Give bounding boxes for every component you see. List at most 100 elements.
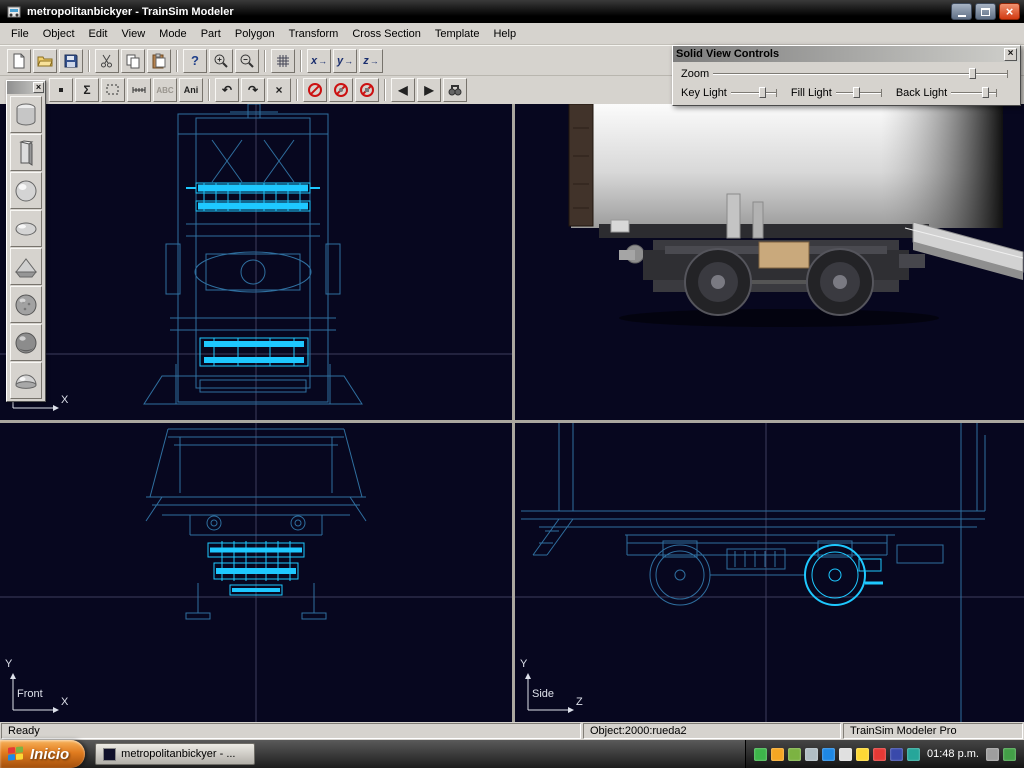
zoom-in-button[interactable] — [209, 49, 233, 73]
point-mode-button[interactable] — [49, 78, 73, 102]
new-document-icon — [11, 53, 27, 69]
shape-shaded-sphere-button[interactable] — [10, 324, 42, 361]
redo-button[interactable]: ↷ — [241, 78, 265, 102]
palette-close-button[interactable]: × — [33, 82, 44, 93]
back-light-slider-thumb[interactable] — [982, 87, 989, 98]
tray-icon[interactable] — [839, 748, 852, 761]
open-button[interactable] — [33, 49, 57, 73]
viewport-side-view[interactable]: Y Side Z — [515, 423, 1024, 722]
zoom-label: Zoom — [681, 68, 709, 80]
menu-object[interactable]: Object — [36, 25, 82, 43]
shape-ellipsoid-button[interactable] — [10, 210, 42, 247]
abc-icon: ABC — [156, 86, 173, 95]
menu-transform[interactable]: Transform — [282, 25, 346, 43]
tray-icon[interactable] — [986, 748, 999, 761]
tray-icon[interactable] — [856, 748, 869, 761]
dialog-close-button[interactable]: × — [1004, 48, 1017, 61]
axis-arrow-icon: → — [344, 56, 353, 66]
tray-icon[interactable] — [754, 748, 767, 761]
zoom-slider[interactable] — [713, 67, 1008, 80]
shape-hemisphere-button[interactable] — [10, 362, 42, 399]
viewport-front-view[interactable]: Y Front X — [0, 423, 512, 722]
tray-icon[interactable] — [805, 748, 818, 761]
find-button[interactable] — [443, 78, 467, 102]
menu-cross-section[interactable]: Cross Section — [345, 25, 427, 43]
sigma-icon: Σ — [83, 83, 90, 97]
menu-part[interactable]: Part — [194, 25, 228, 43]
tray-icon[interactable] — [890, 748, 903, 761]
next-part-button[interactable]: ▶ — [417, 78, 441, 102]
paste-button[interactable] — [147, 49, 171, 73]
slider-track — [951, 92, 997, 94]
tray-icon[interactable] — [788, 748, 801, 761]
dialog-title: Solid View Controls — [676, 48, 1004, 60]
back-light-slider[interactable] — [951, 86, 997, 99]
titlebar[interactable]: metropolitanbickyer - TrainSim Modeler × — [0, 0, 1024, 23]
menu-edit[interactable]: Edit — [82, 25, 115, 43]
measure-button[interactable] — [127, 78, 151, 102]
zoom-slider-thumb[interactable] — [969, 68, 976, 79]
fill-light-slider-thumb[interactable] — [853, 87, 860, 98]
copy-button[interactable] — [121, 49, 145, 73]
menu-help[interactable]: Help — [486, 25, 523, 43]
taskbar-task-trainsim[interactable]: metropolitanbickyer - ... — [95, 743, 255, 765]
start-button[interactable]: Inicio — [0, 740, 85, 768]
viewport-top-view[interactable]: X — [0, 104, 512, 420]
cut-button[interactable] — [95, 49, 119, 73]
axis-z-button[interactable]: z→ — [359, 49, 383, 73]
previous-icon: ◀ — [398, 83, 407, 97]
hide-option-button-1[interactable] — [303, 78, 327, 102]
sum-button[interactable]: Σ — [75, 78, 99, 102]
key-light-slider[interactable] — [731, 86, 777, 99]
undo-button[interactable]: ↶ — [215, 78, 239, 102]
new-button[interactable] — [7, 49, 31, 73]
redo-icon: ↷ — [248, 83, 258, 97]
zoom-out-button[interactable] — [235, 49, 259, 73]
slider-tick — [1007, 70, 1008, 78]
system-tray: 01:48 p.m. — [745, 740, 1024, 768]
close-button[interactable]: × — [999, 3, 1020, 20]
axis-y-button[interactable]: y→ — [333, 49, 357, 73]
menu-file[interactable]: File — [4, 25, 36, 43]
previous-part-button[interactable]: ◀ — [391, 78, 415, 102]
axis-x-button[interactable]: x→ — [307, 49, 331, 73]
palette-close-icon: × — [36, 83, 41, 92]
shape-textured-sphere-button[interactable] — [10, 286, 42, 323]
key-light-label: Key Light — [681, 87, 727, 99]
marquee-select-button[interactable] — [101, 78, 125, 102]
menu-template[interactable]: Template — [428, 25, 487, 43]
slider-tick — [881, 89, 882, 97]
copy-icon — [125, 53, 141, 69]
help-button[interactable]: ? — [183, 49, 207, 73]
minimize-button[interactable] — [951, 3, 972, 20]
delete-button[interactable]: × — [267, 78, 291, 102]
hide-option-button-3[interactable] — [355, 78, 379, 102]
tray-icon[interactable] — [822, 748, 835, 761]
fill-light-slider[interactable] — [836, 86, 882, 99]
tray-icon[interactable] — [907, 748, 920, 761]
restore-icon — [981, 8, 990, 16]
trainsim-modeler-window: metropolitanbickyer - TrainSim Modeler ×… — [0, 0, 1024, 768]
menu-polygon[interactable]: Polygon — [228, 25, 282, 43]
save-button[interactable] — [59, 49, 83, 73]
hide-option-button-2[interactable] — [329, 78, 353, 102]
shape-cylinder-button[interactable] — [10, 96, 42, 133]
shape-sphere-button[interactable] — [10, 172, 42, 209]
dialog-titlebar[interactable]: Solid View Controls × — [673, 46, 1020, 62]
animation-button[interactable]: Ani — [179, 78, 203, 102]
abc-button[interactable]: ABC — [153, 78, 177, 102]
tray-icon[interactable] — [771, 748, 784, 761]
menu-mode[interactable]: Mode — [152, 25, 194, 43]
tray-icon[interactable] — [1003, 748, 1016, 761]
palette-titlebar[interactable]: × — [7, 81, 45, 94]
viewport-solid-view[interactable] — [515, 104, 1024, 420]
grid-button[interactable] — [271, 49, 295, 73]
tray-icon[interactable] — [873, 748, 886, 761]
axis-arrow-icon: → — [318, 56, 327, 66]
shape-box-button[interactable] — [10, 134, 42, 171]
menu-view[interactable]: View — [115, 25, 153, 43]
restore-button[interactable] — [975, 3, 996, 20]
prohibit-icon — [307, 82, 323, 98]
shape-wedge-button[interactable] — [10, 248, 42, 285]
key-light-slider-thumb[interactable] — [759, 87, 766, 98]
